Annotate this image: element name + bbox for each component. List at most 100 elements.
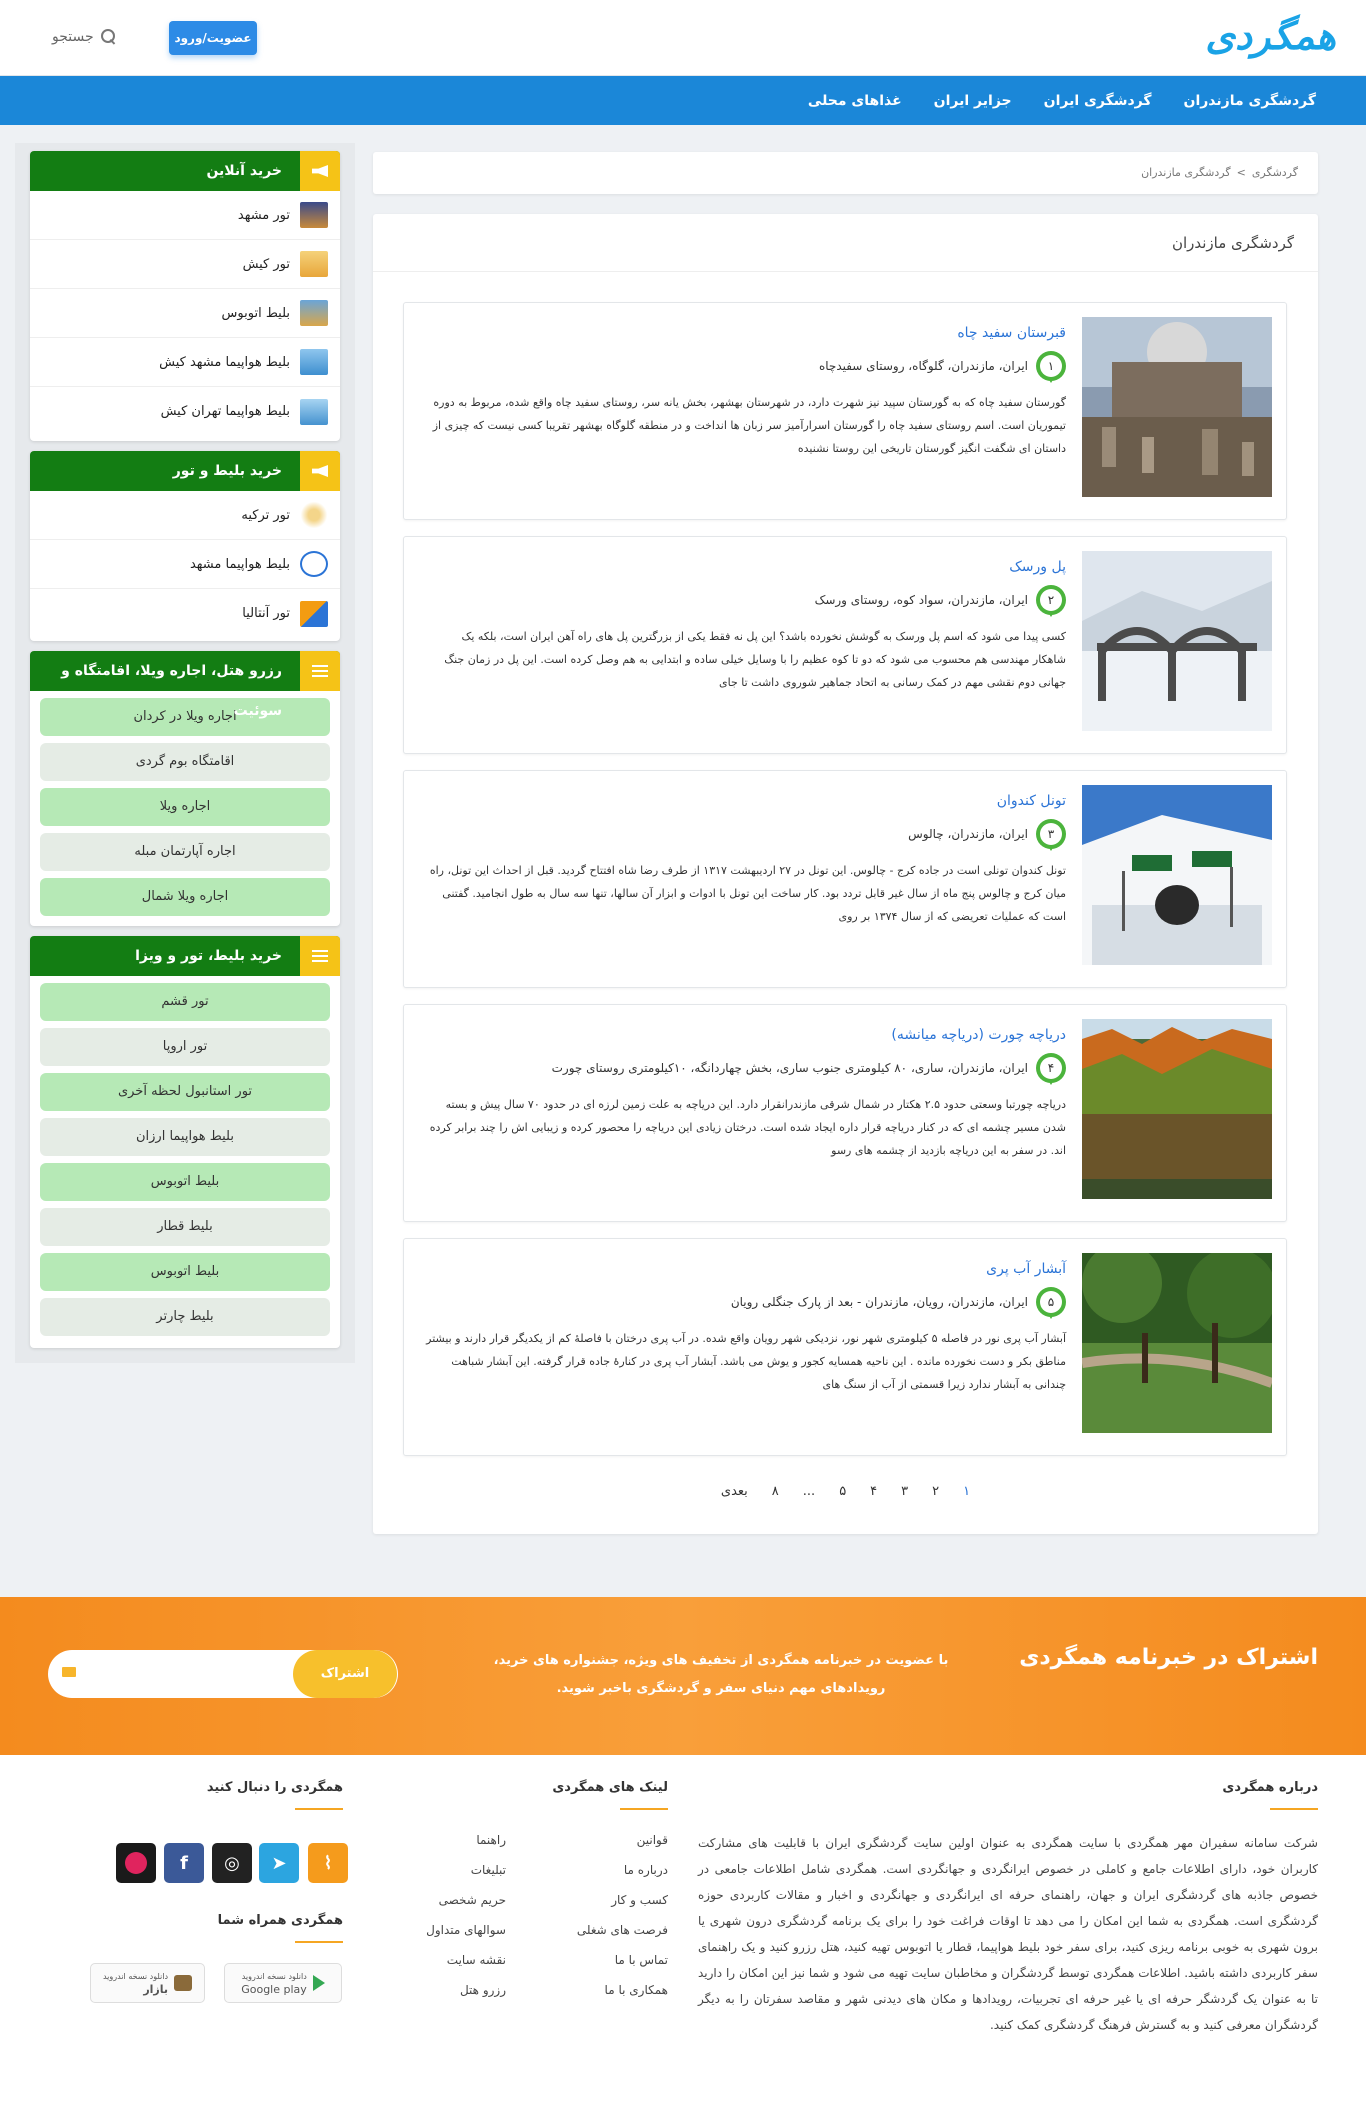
airline-logo-icon	[300, 551, 328, 577]
sidebar-item-flight-tehran-kish[interactable]: بلیط هواپیما تهران کیش	[30, 387, 340, 436]
sidebar-link-apartment[interactable]: اجاره آپارتمان مبله	[40, 833, 330, 871]
page-3[interactable]: ۳	[901, 1484, 908, 1499]
page-4[interactable]: ۴	[870, 1484, 877, 1499]
nav-item-local-food[interactable]: غذاهای محلی	[808, 93, 902, 109]
footer-link-contact[interactable]: تماس با ما	[577, 1945, 668, 1975]
map-pin-icon: ۳	[1036, 819, 1066, 851]
attraction-card[interactable]: دریاچه چورت (دریاچه میانشه) ۴ ایران، مازن…	[403, 1004, 1287, 1222]
footer-link-about[interactable]: درباره ما	[577, 1855, 668, 1885]
sidebar-link-istanbul-tour[interactable]: تور استانبول لحظه آخری	[40, 1073, 330, 1111]
online-purchase-box: خرید آنلاین تور مشهد تور کیش بلیط اتوبوس…	[30, 151, 340, 441]
page-2[interactable]: ۲	[932, 1484, 939, 1499]
page-1[interactable]: ۱	[963, 1484, 970, 1499]
attraction-card[interactable]: پل ورسک ۲ ایران، مازندران، سواد کوه، روست…	[403, 536, 1287, 754]
site-logo[interactable]: همگردی	[1205, 14, 1337, 58]
attraction-description: دریاچه چورتبا وسعتی حدود ۲.۵ هکتار در شم…	[429, 1098, 1066, 1157]
attraction-description: تونل کندوان تونلی است در جاده کرج - چالو…	[429, 864, 1066, 923]
login-button[interactable]: عضویت/ورود	[169, 21, 257, 55]
about-text: شرکت سامانه سفیران مهر همگردی با سایت هم…	[698, 1836, 1318, 2032]
sidebar-link-villa-kordan[interactable]: اجاره ویلا در کردان	[40, 698, 330, 736]
sidebar-link-villa-rent[interactable]: اجاره ویلا	[40, 788, 330, 826]
breadcrumb-separator: >	[1236, 166, 1246, 179]
page-8[interactable]: ۸	[772, 1484, 779, 1499]
mashhad-thumb-icon	[300, 202, 328, 228]
attraction-image[interactable]	[1082, 551, 1272, 731]
attraction-title[interactable]: آبشار آب پری	[986, 1261, 1066, 1277]
footer-link-guide[interactable]: راهنما	[426, 1825, 506, 1855]
sidebar-link-europe-tour[interactable]: تور اروپا	[40, 1028, 330, 1066]
footer-link-business[interactable]: کسب و کار	[577, 1885, 668, 1915]
sidebar-item-kish-tour[interactable]: تور کیش	[30, 240, 340, 289]
footer-link-hotel[interactable]: رزرو هتل	[426, 1975, 506, 2005]
pagination: ۱ ۲ ۳ ۴ ۵ ... ۸ بعدی	[373, 1484, 1318, 1499]
attraction-title[interactable]: قبرستان سفید چاه	[957, 325, 1066, 341]
envelope-icon	[62, 1667, 76, 1677]
search-button[interactable]: جستجو	[52, 26, 116, 48]
attraction-image[interactable]	[1082, 1019, 1272, 1199]
sidebar-item-mashhad-tour[interactable]: تور مشهد	[30, 191, 340, 240]
page-5[interactable]: ۵	[839, 1484, 846, 1499]
antalya-logo-icon	[300, 600, 328, 627]
sidebar-link-charter[interactable]: بلیط چارتر	[40, 1298, 330, 1336]
sidebar-link-bus-ticket[interactable]: بلیط اتوبوس	[40, 1163, 330, 1201]
attraction-image[interactable]	[1082, 1253, 1272, 1433]
sidebar-link-qeshm-tour[interactable]: تور قشم	[40, 983, 330, 1021]
footer-link-cooperate[interactable]: همکاری با ما	[577, 1975, 668, 2005]
sidebar-link-train-ticket[interactable]: بلیط قطار	[40, 1208, 330, 1246]
attraction-card[interactable]: قبرستان سفید چاه ۱ ایران، مازندران، گلوگا…	[403, 302, 1287, 520]
visa-box: خرید بلیط، تور و ویزا تور قشم تور اروپا …	[30, 936, 340, 1348]
breadcrumb-root[interactable]: گردشگری	[1252, 166, 1298, 179]
ticket-tour-header: خرید بلیط و تور	[30, 451, 340, 491]
footer: درباره همگردی شرکت سامانه سفیران مهر همگ…	[0, 1755, 1366, 2115]
footer-link-faq[interactable]: سوالهای متداول	[426, 1915, 506, 1945]
sidebar-link-villa-north[interactable]: اجاره ویلا شمال	[40, 878, 330, 916]
newsletter-section: اشتراک در خبرنامه همگردی با عضویت در خبر…	[0, 1597, 1366, 1755]
nav-item-islands[interactable]: جزایر ایران	[934, 93, 1012, 109]
sidebar-link-bus-ticket-2[interactable]: بلیط اتوبوس	[40, 1253, 330, 1291]
breadcrumb-current: گردشگری مازندران	[1141, 166, 1231, 179]
telegram-icon[interactable]: ➤	[259, 1843, 299, 1883]
footer-link-jobs[interactable]: فرصت های شغلی	[577, 1915, 668, 1945]
sidebar-item-flight-mashhad[interactable]: بلیط هواپیما مشهد	[30, 540, 340, 589]
attraction-card[interactable]: تونل کندوان ۳ ایران، مازندران، چالوس تونل…	[403, 770, 1287, 988]
ticket-tour-box: خرید بلیط و تور تور ترکیه بلیط هواپیما م…	[30, 451, 340, 641]
facebook-icon[interactable]: f	[164, 1843, 204, 1883]
attraction-title[interactable]: دریاچه چورت (دریاچه میانشه)	[891, 1027, 1066, 1043]
nav-item-mazandaran[interactable]: گردشگری مازندران	[1184, 93, 1317, 109]
attraction-title[interactable]: تونل کندوان	[997, 793, 1066, 809]
rss-icon[interactable]: ⌇	[308, 1843, 348, 1883]
list-icon	[300, 651, 340, 691]
sidebar-link-cheap-flight[interactable]: بلیط هواپیما ارزان	[40, 1118, 330, 1156]
footer-links-col2: راهنما تبلیغات حریم شخصی سوالهای متداول …	[426, 1825, 506, 2005]
sidebar-item-antalya-tour[interactable]: تور آنتالیا	[30, 589, 340, 638]
sidebar-item-turkey-tour[interactable]: تور ترکیه	[30, 491, 340, 540]
main-nav: گردشگری مازندران گردشگری ایران جزایر ایر…	[0, 76, 1366, 125]
attraction-description: گورستان سفید چاه که به گورستان سپید نیز …	[432, 396, 1066, 455]
hotel-header: رزرو هتل، اجاره ویلا، اقامتگاه و سوئیت	[30, 651, 340, 719]
links-title: لینک های همگردی	[552, 1780, 668, 1810]
search-label: جستجو	[52, 29, 94, 45]
newsletter-subscribe-button[interactable]: اشتراک	[293, 1650, 397, 1698]
sidebar-item-flight-mashhad-kish[interactable]: بلیط هواپیما مشهد کیش	[30, 338, 340, 387]
attraction-location: ۴ ایران، مازندران، ساری، ۸۰ کیلومتری جنوب…	[552, 1053, 1066, 1085]
footer-link-privacy[interactable]: حریم شخصی	[426, 1885, 506, 1915]
footer-links-col1: قوانین درباره ما کسب و کار فرصت های شغلی…	[577, 1825, 668, 2005]
footer-link-ads[interactable]: تبلیغات	[426, 1855, 506, 1885]
attraction-title[interactable]: پل ورسک	[1009, 559, 1066, 575]
sidebar-link-eco-lodge[interactable]: اقامتگاه بوم گردی	[40, 743, 330, 781]
footer-link-sitemap[interactable]: نقشه سایت	[426, 1945, 506, 1975]
map-pin-icon: ۲	[1036, 585, 1066, 617]
instagram-icon[interactable]: ◎	[212, 1843, 252, 1883]
nav-item-iran-tourism[interactable]: گردشگری ایران	[1044, 93, 1152, 109]
sidebar-item-bus-ticket[interactable]: بلیط اتوبوس	[30, 289, 340, 338]
page-title: گردشگری مازندران	[373, 214, 1318, 272]
aparat-icon[interactable]	[116, 1843, 156, 1883]
footer-link-rules[interactable]: قوانین	[577, 1825, 668, 1855]
app-title: همگردی همراه شما	[217, 1913, 344, 1943]
attraction-image[interactable]	[1082, 317, 1272, 497]
google-play-badge[interactable]: دانلود نسخه اندروید Google play	[224, 1963, 342, 2003]
next-page-link[interactable]: بعدی	[721, 1484, 748, 1499]
attraction-card[interactable]: آبشار آب پری ۵ ایران، مازندران، رویان، ما…	[403, 1238, 1287, 1456]
bazaar-badge[interactable]: دانلود نسخه اندروید بازار	[90, 1963, 205, 2003]
attraction-image[interactable]	[1082, 785, 1272, 965]
